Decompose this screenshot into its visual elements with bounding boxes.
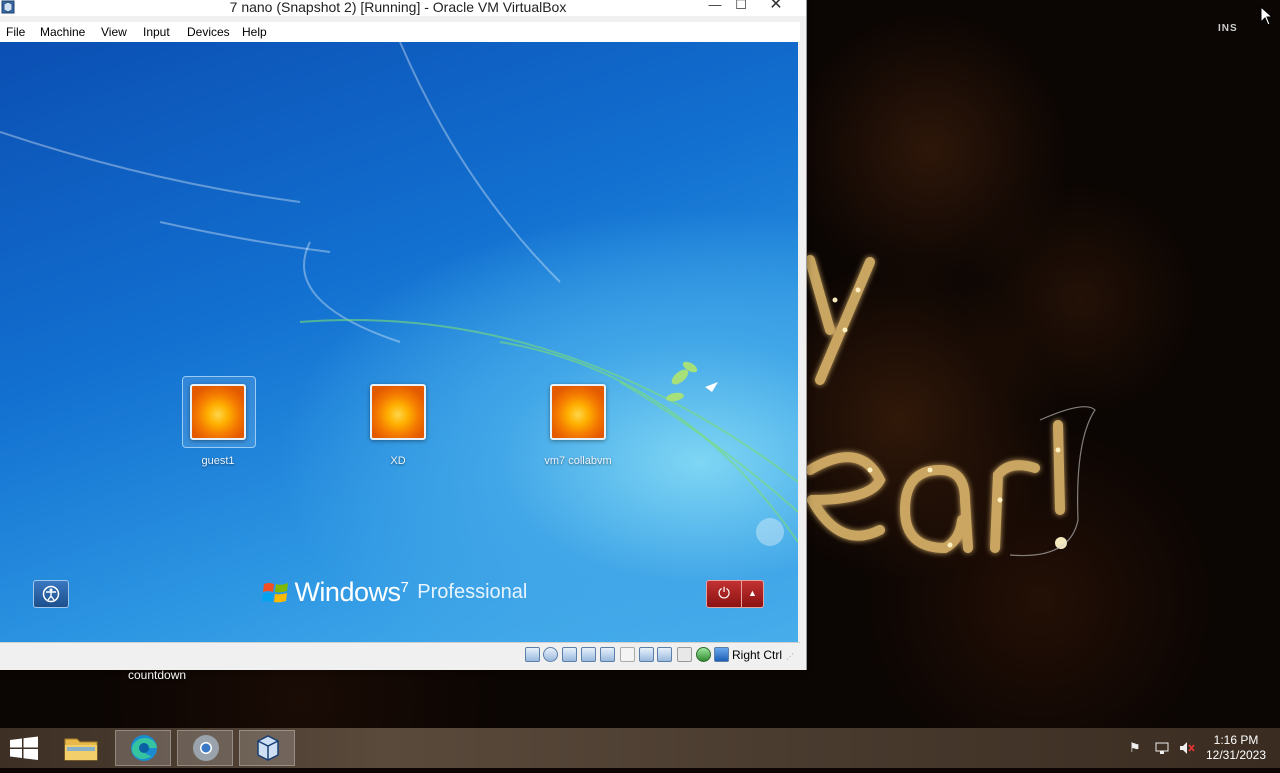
network-icon[interactable]: [581, 647, 596, 662]
ease-of-access-icon: [42, 585, 60, 603]
brand-word: Windows: [294, 577, 401, 607]
menu-file[interactable]: File: [6, 25, 25, 39]
usb-icon[interactable]: [600, 647, 615, 662]
taskbar-chrome[interactable]: [177, 730, 233, 766]
user-tile-xd[interactable]: XD: [358, 384, 438, 467]
mouse-integration-icon[interactable]: [696, 647, 711, 662]
volume-muted-icon[interactable]: [1178, 740, 1195, 756]
folder-icon: [64, 738, 98, 761]
virtualbox-icon: [257, 735, 279, 761]
taskbar-virtualbox[interactable]: [239, 730, 295, 766]
user-picture: [370, 384, 426, 440]
user-name: vm7 collabvm: [544, 455, 612, 467]
host-key-label: Right Ctrl: [732, 648, 783, 662]
action-center-flag-icon[interactable]: ⚑: [1129, 740, 1145, 756]
taskbar-microsoft-edge[interactable]: [115, 730, 171, 766]
maximize-button[interactable]: ☐: [734, 0, 748, 14]
shutdown-button[interactable]: ⏻: [706, 580, 742, 608]
hard-disk-icon[interactable]: [525, 647, 540, 662]
menu-devices[interactable]: Devices: [187, 25, 230, 39]
display-icon[interactable]: [639, 647, 654, 662]
desktop-icon-label[interactable]: countdown: [128, 668, 186, 682]
chrome-icon: [193, 735, 219, 761]
keyboard-icon[interactable]: [714, 647, 729, 662]
user-picture: [550, 384, 606, 440]
shared-folders-icon[interactable]: [620, 647, 635, 662]
window-title: 7 nano (Snapshot 2) [Running] - Oracle V…: [229, 0, 567, 15]
brand-edition: Professional: [417, 581, 528, 603]
minimize-button[interactable]: —: [708, 0, 722, 14]
menu-help[interactable]: Help: [242, 25, 267, 39]
user-name: XD: [390, 455, 406, 467]
close-button[interactable]: ✕: [754, 0, 798, 14]
audio-icon[interactable]: [562, 647, 577, 662]
optical-drive-icon[interactable]: [543, 647, 558, 662]
brand-version: 7: [400, 579, 409, 596]
virtualbox-window[interactable]: 7 nano (Snapshot 2) [Running] - Oracle V…: [0, 0, 807, 670]
mouse-cursor-icon: [1260, 6, 1274, 26]
corner-logo: INS: [1218, 23, 1238, 34]
menu-input[interactable]: Input: [143, 25, 170, 39]
menu-machine[interactable]: Machine: [40, 25, 85, 39]
guest-display[interactable]: guest1 XD vm7 collabvm Windows7 Professi…: [0, 42, 798, 642]
menu-view[interactable]: View: [101, 25, 127, 39]
resize-grip[interactable]: ⋰: [786, 652, 794, 661]
windows7-background-art: [0, 42, 798, 546]
user-picture: [190, 384, 246, 440]
vm-status-bar: Right Ctrl ⋰: [0, 642, 800, 669]
network-icon[interactable]: [1154, 740, 1170, 756]
windows-flag-icon: [262, 582, 288, 602]
taskbar-file-explorer[interactable]: [53, 730, 109, 766]
system-clock[interactable]: 1:16 PM 12/31/2023: [1200, 733, 1272, 763]
windows-7-branding: Windows7 Professional: [262, 577, 527, 608]
title-bar[interactable]: 7 nano (Snapshot 2) [Running] - Oracle V…: [0, 0, 806, 16]
menu-bar: File Machine View Input Devices Help: [0, 22, 800, 43]
windows-logo-icon: [10, 736, 38, 760]
shutdown-options-button[interactable]: ▲: [741, 580, 764, 608]
start-button[interactable]: [0, 728, 48, 768]
clock-time: 1:16 PM: [1213, 733, 1259, 747]
user-tile-vm7-collabvm[interactable]: vm7 collabvm: [538, 384, 618, 467]
edge-icon: [131, 735, 157, 761]
user-name: guest1: [201, 455, 235, 467]
cpu-icon[interactable]: [677, 647, 692, 662]
taskbar: ⚑ 1:16 PM 12/31/2023: [0, 728, 1280, 768]
clock-date: 12/31/2023: [1205, 748, 1267, 762]
ease-of-access-button[interactable]: [33, 580, 69, 608]
user-tile-guest1[interactable]: guest1: [178, 376, 258, 467]
recording-icon[interactable]: [657, 647, 672, 662]
